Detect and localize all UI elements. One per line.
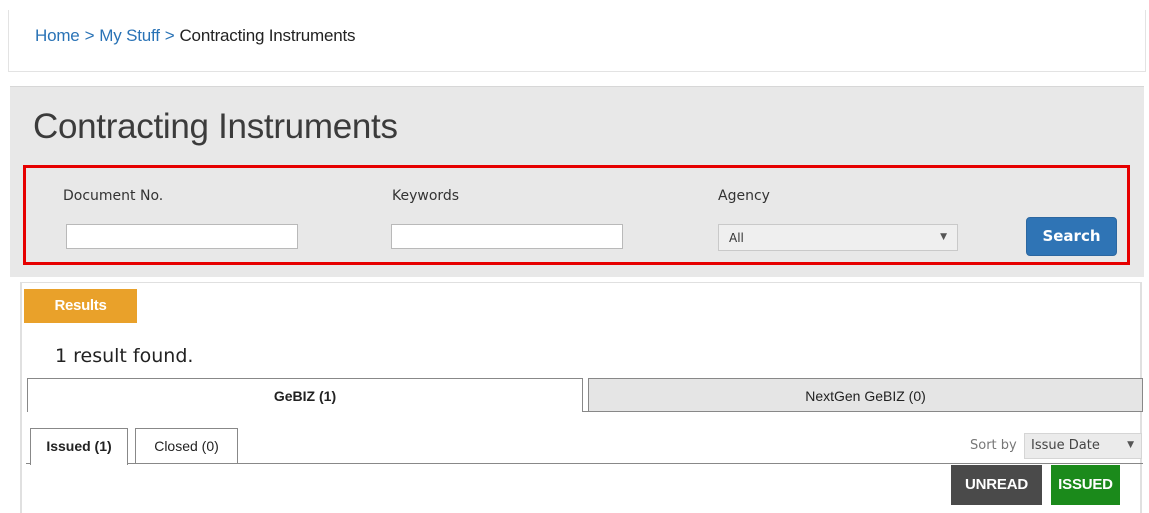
- tab-divider: [583, 411, 1143, 412]
- tab-closed[interactable]: Closed (0): [135, 428, 238, 464]
- agency-selected-value: All: [729, 231, 744, 245]
- result-count: 1 result found.: [55, 345, 194, 367]
- sort-by-label: Sort by: [970, 438, 1017, 453]
- tab-nextgen-gebiz[interactable]: NextGen GeBIZ (0): [588, 378, 1143, 412]
- chevron-down-icon: ▼: [940, 232, 947, 242]
- tab-issued[interactable]: Issued (1): [30, 428, 128, 465]
- agency-select[interactable]: All ▼: [718, 224, 958, 251]
- keywords-input[interactable]: [391, 224, 623, 249]
- page-title: Contracting Instruments: [33, 107, 398, 146]
- results-tag: Results: [24, 289, 137, 323]
- issued-badge: ISSUED: [1051, 465, 1120, 505]
- keywords-label: Keywords: [392, 188, 460, 204]
- breadcrumb-separator: >: [164, 26, 175, 45]
- sort-selected-value: Issue Date: [1031, 438, 1100, 453]
- unread-badge: UNREAD: [951, 465, 1042, 505]
- breadcrumb: Home > My Stuff > Contracting Instruments: [8, 10, 1146, 72]
- sort-select[interactable]: Issue Date ▼: [1024, 433, 1142, 459]
- search-button[interactable]: Search: [1026, 217, 1117, 256]
- sub-tab-divider: [26, 463, 1143, 464]
- breadcrumb-line: Home > My Stuff > Contracting Instruments: [35, 26, 356, 46]
- breadcrumb-home-link[interactable]: Home: [35, 26, 80, 45]
- tab-gebiz[interactable]: GeBIZ (1): [27, 378, 583, 412]
- breadcrumb-separator: >: [84, 26, 95, 45]
- search-panel: Contracting Instruments Document No. Key…: [10, 86, 1144, 277]
- breadcrumb-my-stuff-link[interactable]: My Stuff: [99, 26, 160, 45]
- document-no-label: Document No.: [63, 188, 164, 204]
- breadcrumb-current: Contracting Instruments: [179, 26, 356, 45]
- results-section: Results 1 result found. GeBIZ (1) NextGe…: [20, 282, 1143, 513]
- chevron-down-icon: ▼: [1127, 440, 1134, 450]
- agency-label: Agency: [718, 188, 770, 204]
- search-form: Document No. Keywords Agency All ▼ Searc…: [23, 165, 1130, 265]
- document-no-input[interactable]: [66, 224, 298, 249]
